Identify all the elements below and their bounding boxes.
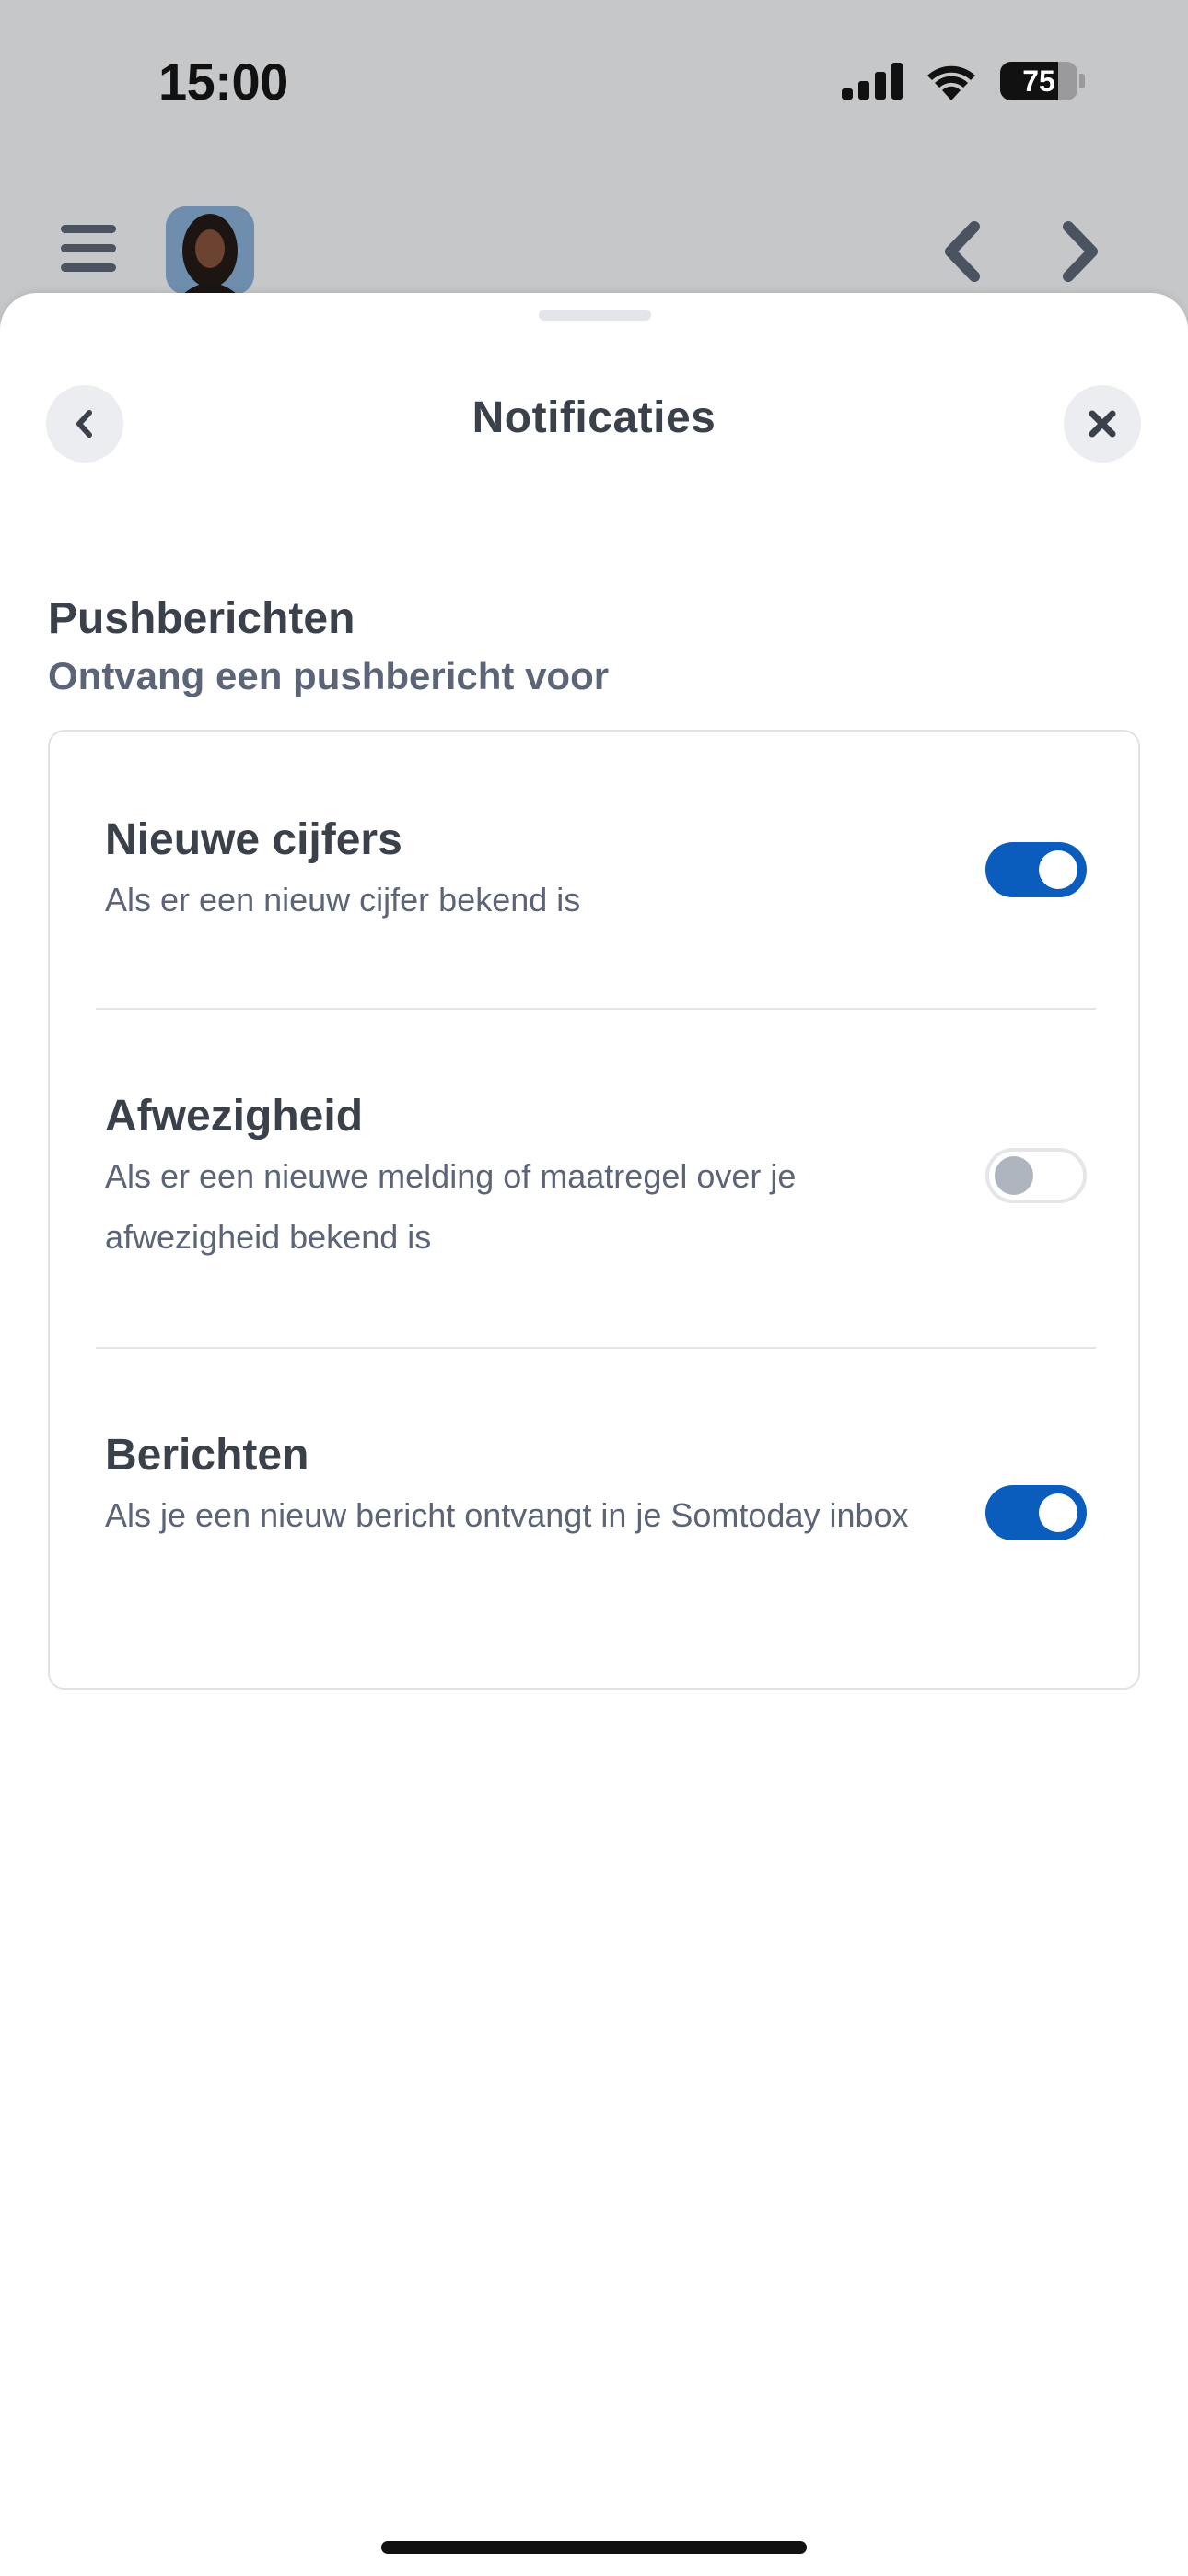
chevron-right-icon[interactable] [1057, 219, 1105, 284]
setting-title: Afwezigheid [105, 1092, 364, 1141]
notifications-sheet: Notificaties Pushberichten Ontvang een p… [0, 293, 1188, 2576]
setting-description: Als er een nieuw cijfer bekend is [105, 881, 581, 919]
setting-berichten: Berichten Als je een nieuw bericht ontva… [50, 1349, 1138, 1690]
avatar[interactable] [166, 206, 254, 295]
setting-nieuwe-cijfers: Nieuwe cijfers Als er een nieuw cijfer b… [50, 732, 1138, 1008]
toggle-afwezigheid[interactable] [985, 1148, 1087, 1203]
sheet-grabber[interactable] [539, 310, 651, 321]
home-indicator[interactable] [381, 2541, 807, 2554]
push-settings-card: Nieuwe cijfers Als er een nieuw cijfer b… [48, 730, 1140, 1690]
setting-title: Nieuwe cijfers [105, 815, 402, 864]
sheet-title: Notificaties [472, 393, 716, 442]
signal-icon [842, 63, 903, 100]
section-title: Pushberichten [48, 594, 355, 643]
screen: 15:00 75 Notificaties Pushberichten Ontv… [0, 0, 1188, 2576]
toggle-knob [1039, 850, 1077, 889]
status-time: 15:00 [158, 53, 288, 111]
section-subtitle: Ontvang een pushbericht voor [48, 654, 610, 697]
toggle-knob [995, 1156, 1033, 1195]
battery-nub [1079, 74, 1085, 88]
toggle-berichten[interactable] [985, 1485, 1087, 1540]
setting-description: Als er een nieuwe melding of maatregel o… [105, 1157, 797, 1256]
battery-icon: 75 [1000, 62, 1077, 100]
close-button[interactable] [1064, 385, 1141, 463]
setting-description: Als je een nieuw bericht ontvangt in je … [105, 1496, 909, 1534]
battery-percent: 75 [1022, 64, 1055, 98]
toggle-knob [1039, 1493, 1077, 1532]
close-icon [1089, 410, 1116, 438]
setting-afwezigheid: Afwezigheid Als er een nieuwe melding of… [50, 1010, 1138, 1347]
status-icons: 75 [842, 59, 1085, 103]
wifi-icon [927, 65, 975, 100]
chevron-left-icon[interactable] [938, 219, 985, 284]
toggle-nieuwe-cijfers[interactable] [985, 842, 1087, 897]
setting-title: Berichten [105, 1431, 309, 1480]
menu-icon[interactable] [61, 223, 116, 275]
